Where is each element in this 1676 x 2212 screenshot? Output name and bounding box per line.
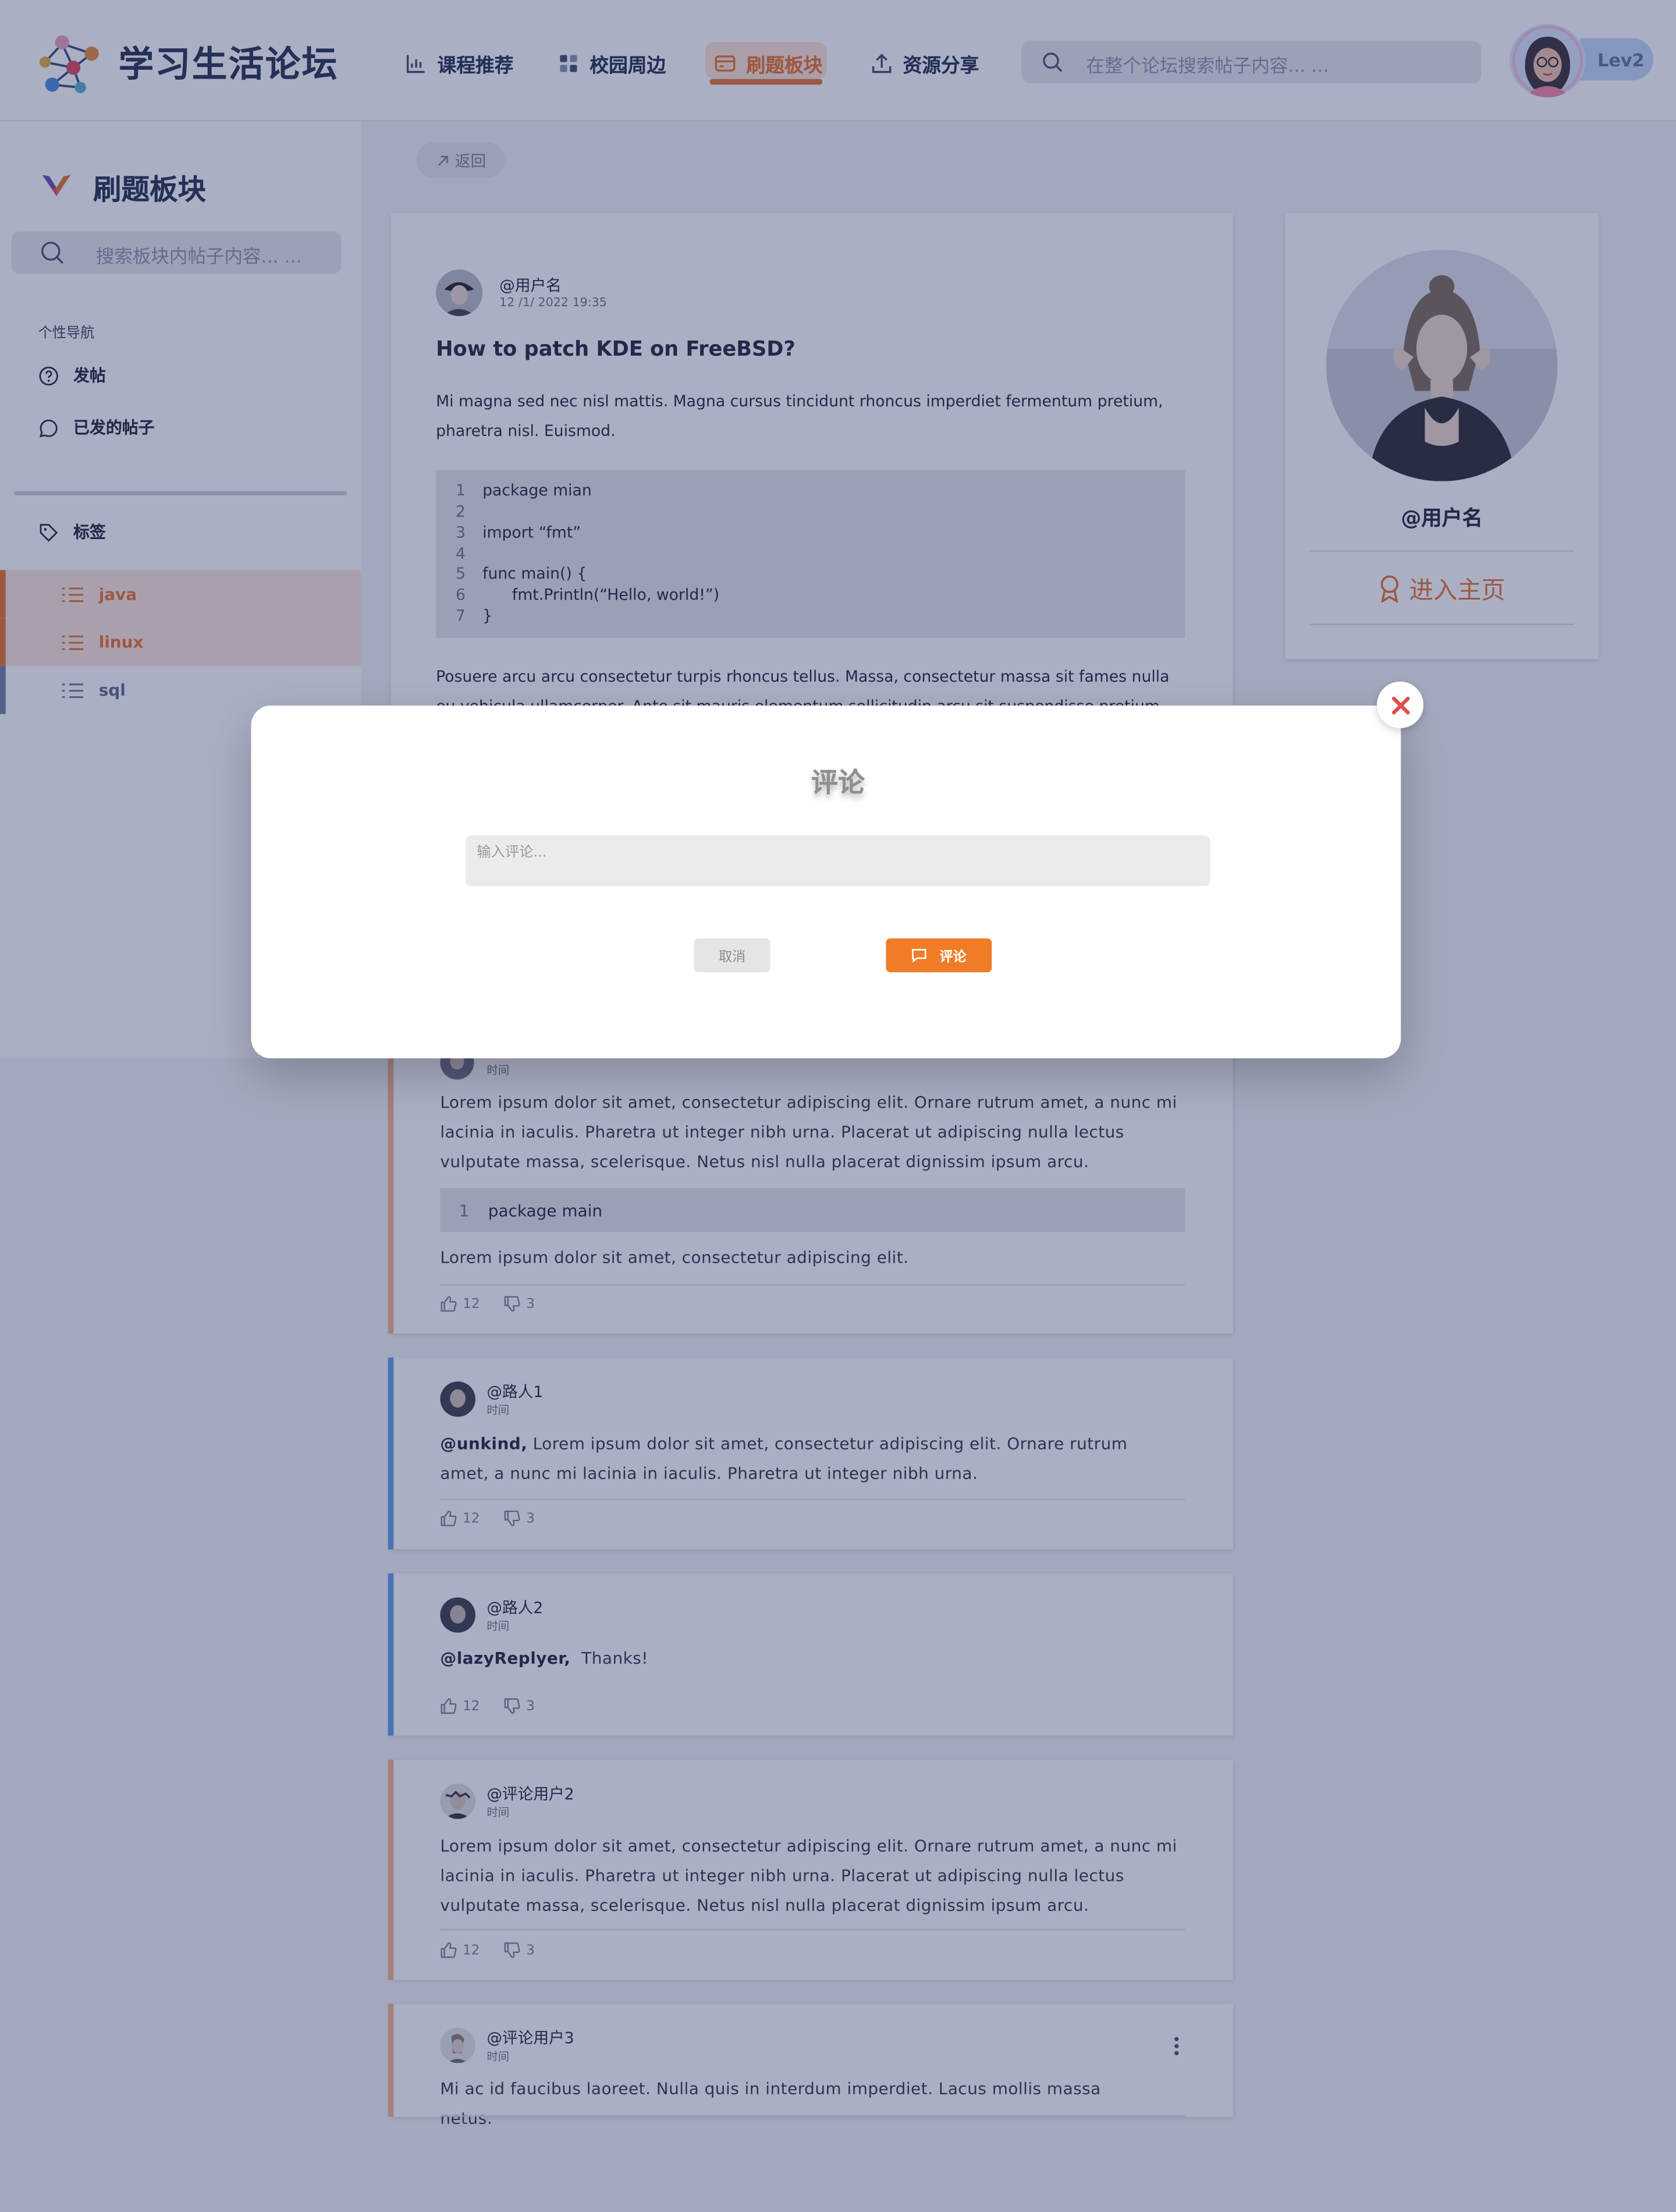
submit-label: 评论 [939,949,967,966]
modal-backdrop[interactable] [0,0,1676,2212]
cancel-button[interactable]: 取消 [694,938,770,973]
close-icon [1391,696,1409,714]
submit-comment-button[interactable]: 评论 [886,938,992,973]
modal-title: 评论 [811,767,865,799]
chat-bubble-icon [912,949,926,963]
comment-input[interactable] [465,835,1210,887]
close-button[interactable] [1377,681,1424,728]
